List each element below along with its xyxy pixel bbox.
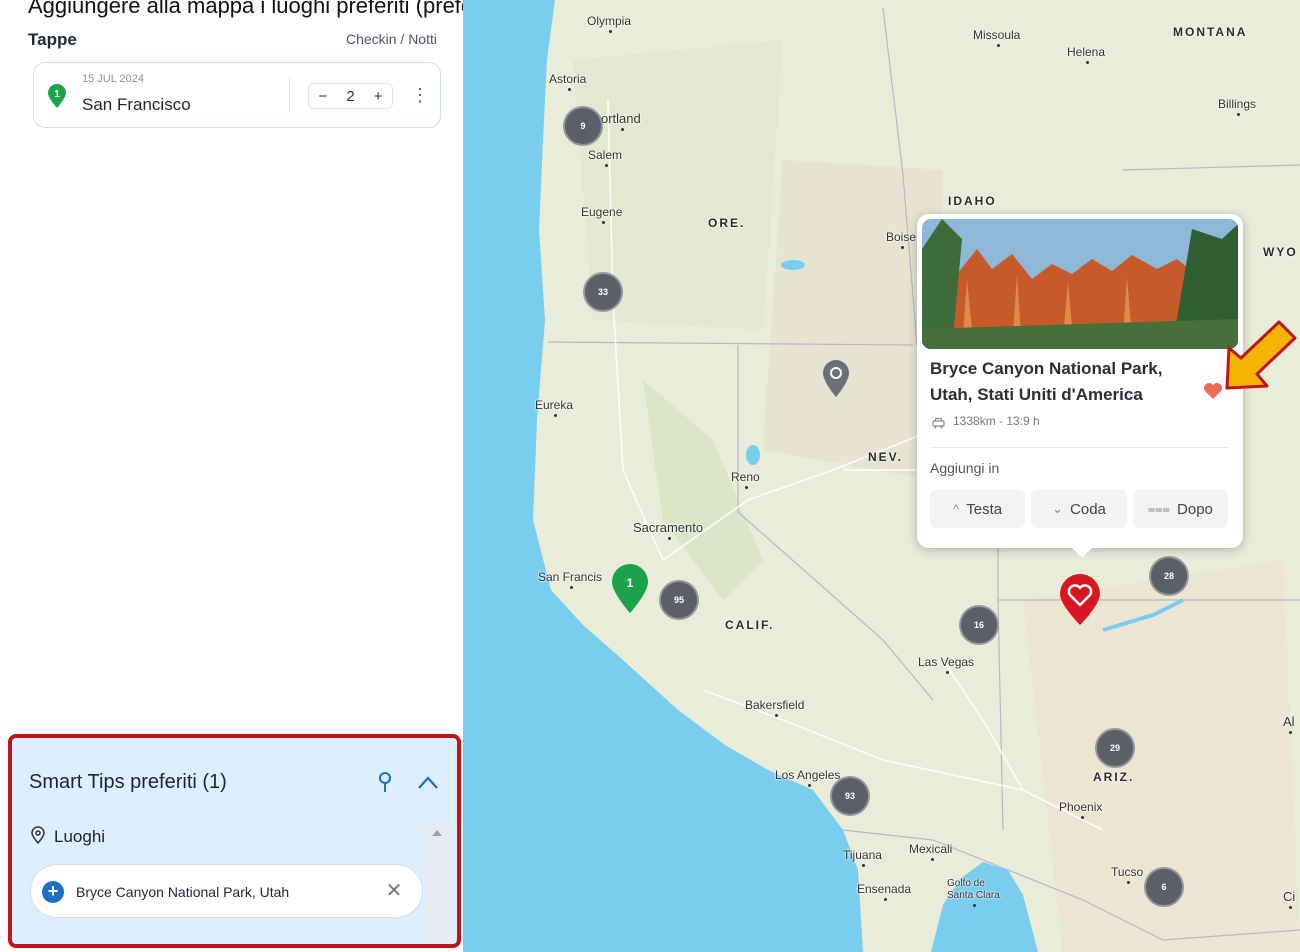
stop-card[interactable]: 1 15 JUL 2024 San Francisco − 2 + ⋮: [33, 62, 441, 128]
favorite-heart-marker-icon[interactable]: [1057, 572, 1103, 626]
state-wyoming: WYO: [1263, 245, 1298, 259]
place-ci: Ci: [1283, 889, 1296, 909]
place-reno: Reno: [731, 470, 760, 489]
remove-close-icon[interactable]: ✕: [383, 879, 405, 903]
page-caption: Aggiungere alla mappa i luoghi preferiti…: [28, 0, 504, 18]
state-nevada: NEV.: [868, 450, 903, 464]
place-boise: Boise: [886, 230, 917, 249]
stop-number-pin-icon: 1: [48, 84, 66, 108]
nights-increment-button[interactable]: +: [371, 88, 386, 105]
place-olympia: Olympia: [587, 14, 632, 33]
favorite-place-chip[interactable]: + Bryce Canyon National Park, Utah ✕: [30, 864, 423, 918]
place-eugene: Eugene: [581, 205, 623, 224]
location-pin-icon: [31, 826, 45, 844]
map-cluster[interactable]: 9: [563, 106, 603, 146]
stops-column-label: Checkin / Notti: [345, 31, 437, 47]
popup-place-title: Bryce Canyon National Park, Utah, Stati …: [930, 359, 1163, 404]
bryce-canyon-photo: [922, 219, 1238, 349]
chevron-up-icon: ^: [953, 501, 960, 517]
state-montana: MONTANA: [1173, 25, 1248, 39]
add-to-head-button[interactable]: ^ Testa: [930, 490, 1026, 528]
place-bakersfield: Bakersfield: [745, 698, 805, 717]
place-golfo-de-santa-clara: Golfo de Santa Clara: [947, 878, 1000, 907]
map-canvas[interactable]: Olympia Astoria ortland Salem Eugene Mis…: [463, 0, 1300, 952]
place-marker-pin-icon[interactable]: [821, 358, 851, 398]
map-cluster[interactable]: 29: [1095, 728, 1135, 768]
add-to-tail-button[interactable]: ⌄ Coda: [1031, 490, 1127, 528]
place-billings: Billings: [1218, 97, 1257, 116]
place-helena: Helena: [1067, 45, 1106, 64]
insert-after-icon: ⩶: [1147, 501, 1171, 516]
place-tijuana: Tijuana: [843, 848, 882, 867]
map-cluster[interactable]: 33: [583, 272, 623, 312]
stop-checkin-date: 15 JUL 2024: [82, 73, 144, 85]
place-al: Al: [1283, 714, 1295, 734]
favorite-tips-panel: Smart Tips preferiti (1) Luoghi + Bryce …: [8, 734, 461, 948]
place-missoula: Missoula: [973, 28, 1021, 47]
favorite-heart-icon[interactable]: [1203, 382, 1223, 400]
nights-stepper[interactable]: − 2 +: [308, 83, 393, 109]
place-salem: Salem: [588, 148, 623, 167]
map-cluster[interactable]: 95: [659, 580, 699, 620]
place-las-vegas: Las Vegas: [918, 655, 975, 674]
place-tucson: Tucso: [1111, 865, 1144, 884]
place-san-francisco: San Francis: [538, 570, 603, 589]
map-cluster[interactable]: 93: [830, 776, 870, 816]
state-california: CALIF.: [725, 618, 775, 632]
place-popup-card: Bryce Canyon National Park, Utah, Stati …: [917, 214, 1243, 558]
place-portland: ortland: [601, 111, 641, 131]
places-section-label: Luoghi: [54, 827, 106, 846]
start-stop-pin-icon[interactable]: 1: [609, 562, 651, 614]
popup-distance: 1338km - 13:9 h: [953, 414, 1040, 428]
car-icon: [932, 417, 945, 429]
add-to-tail-label: Coda: [1070, 500, 1106, 518]
map-cluster[interactable]: 6: [1144, 867, 1184, 907]
add-after-label: Dopo: [1177, 500, 1213, 518]
favorites-scrollbar[interactable]: [426, 824, 449, 944]
nights-decrement-button[interactable]: −: [316, 88, 331, 105]
highlight-arrow-icon: [1225, 320, 1297, 390]
popup-divider: [930, 447, 1228, 448]
collapse-chevron-up-icon[interactable]: [417, 774, 439, 790]
stops-title: Tappe: [28, 30, 77, 49]
start-pin-number: 1: [627, 576, 634, 590]
state-idaho: IDAHO: [948, 194, 997, 208]
state-oregon: ORE.: [708, 216, 746, 230]
itinerary-sidebar: Aggiungere alla mappa i luoghi preferiti…: [0, 0, 504, 952]
show-on-map-pin-icon[interactable]: [376, 771, 394, 793]
place-astoria: Astoria: [549, 72, 587, 91]
stop-city-name: San Francisco: [82, 95, 191, 114]
place-sacramento: Sacramento: [633, 520, 704, 540]
stop-divider: [289, 77, 290, 113]
popup-add-buttons: ^ Testa ⌄ Coda ⩶ Dopo: [930, 490, 1228, 528]
chevron-down-icon: ⌄: [1052, 501, 1064, 516]
state-arizona: ARIZ.: [1093, 770, 1135, 784]
stop-number: 1: [54, 89, 60, 100]
place-eureka: Eureka: [535, 398, 574, 417]
favorite-place-label: Bryce Canyon National Park, Utah: [76, 884, 290, 900]
map-cluster[interactable]: 16: [959, 605, 999, 645]
place-mexicali: Mexicali: [909, 842, 953, 861]
place-phoenix: Phoenix: [1059, 800, 1103, 819]
add-after-button[interactable]: ⩶ Dopo: [1132, 490, 1228, 528]
favorite-tips-title: Smart Tips preferiti (1): [29, 771, 227, 793]
add-to-head-label: Testa: [966, 500, 1003, 518]
nights-value: 2: [346, 87, 355, 105]
popup-add-label: Aggiungi in: [930, 460, 1000, 476]
map-cluster[interactable]: 28: [1149, 556, 1189, 596]
stop-menu-icon[interactable]: ⋮: [411, 84, 429, 108]
add-plus-icon[interactable]: +: [42, 881, 64, 903]
place-los-angeles: Los Angeles: [775, 768, 841, 787]
scroll-up-arrow-icon[interactable]: [432, 830, 442, 836]
place-ensenada: Ensenada: [857, 882, 912, 901]
